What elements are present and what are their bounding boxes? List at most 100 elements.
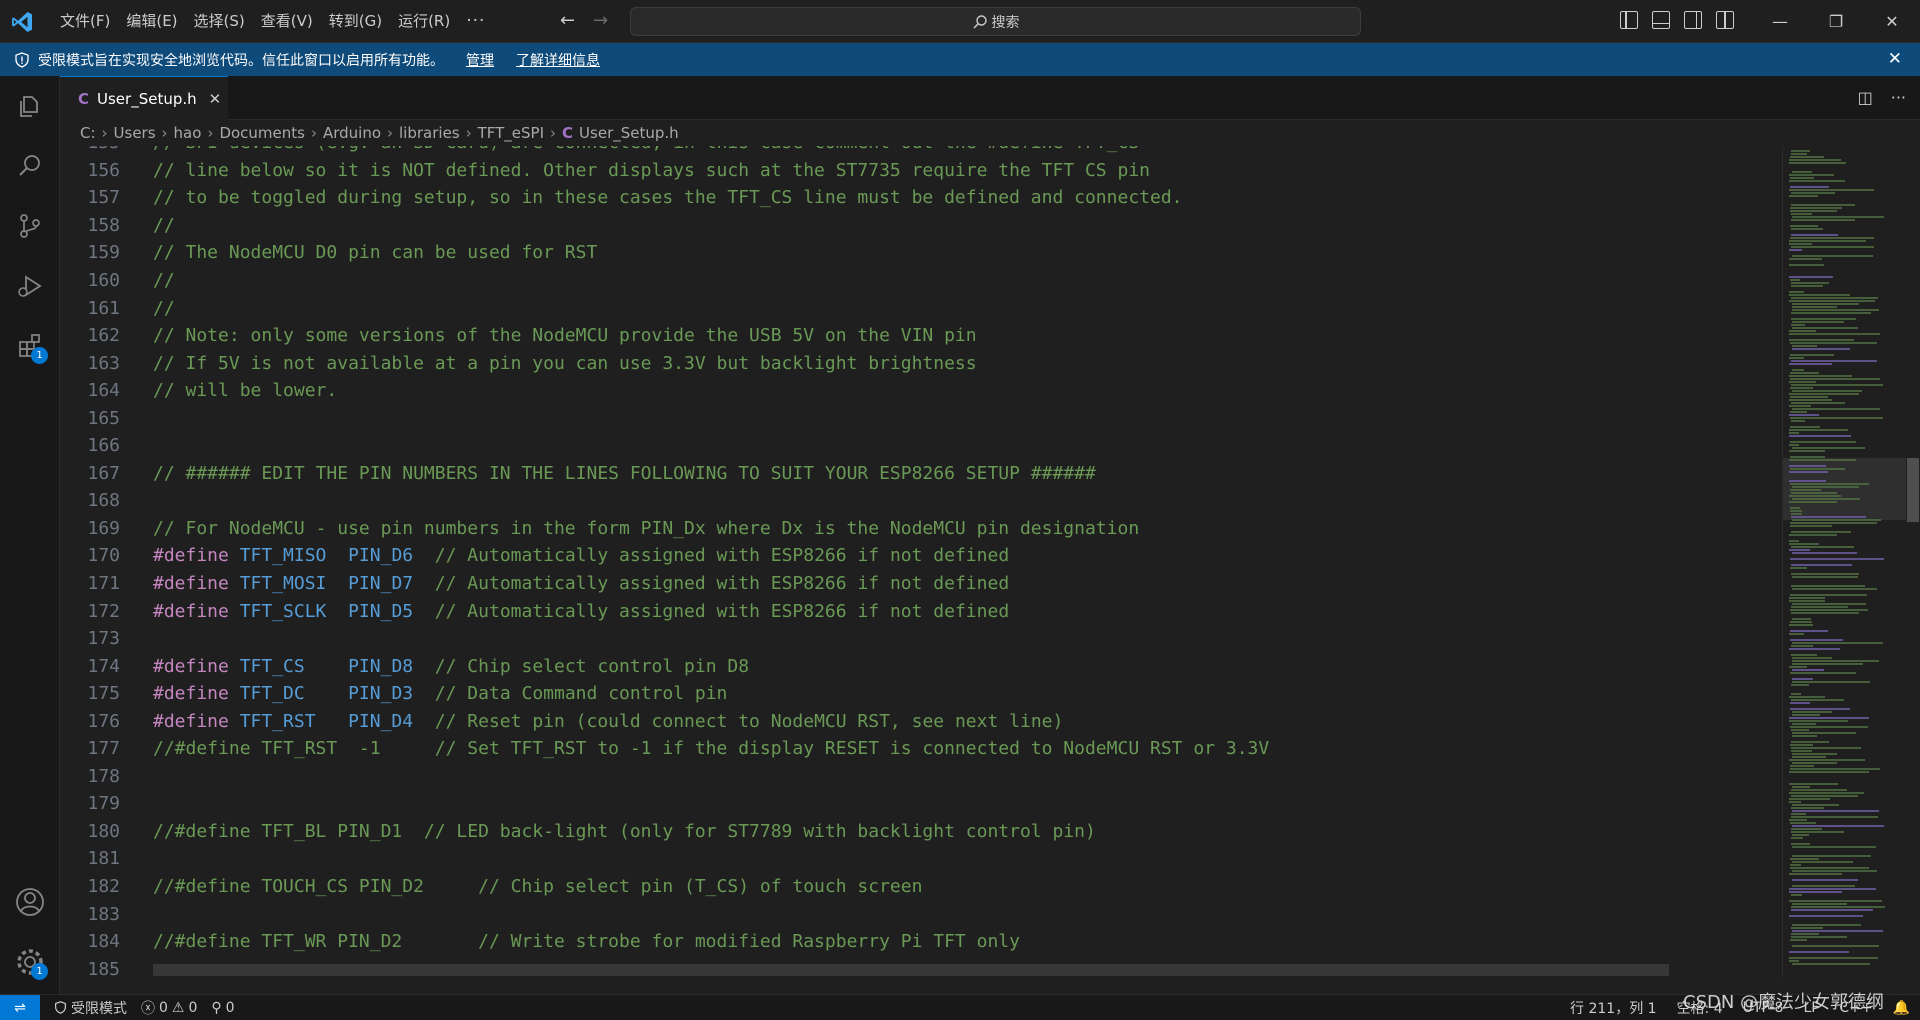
code-line[interactable]: 164 // will be lower.	[60, 377, 1782, 405]
code-token: //#define TFT_WR PIN_D2 // Write strobe …	[153, 931, 1020, 953]
problems-status[interactable]: ⓧ 0 ⚠ 0	[141, 998, 197, 1018]
menu-go[interactable]: 转到(G)	[321, 0, 390, 43]
menu-selection[interactable]: 选择(S)	[186, 0, 253, 43]
code-line[interactable]: 180 //#define TFT_BL PIN_D1 // LED back-l…	[60, 818, 1782, 846]
toggle-panel-icon[interactable]	[1652, 11, 1670, 29]
line-number: 182	[87, 876, 120, 898]
code-line[interactable]: 167 // ###### EDIT THE PIN NUMBERS IN THE…	[60, 460, 1782, 488]
forward-arrow-icon[interactable]: →	[593, 10, 608, 32]
close-window-icon[interactable]: ✕	[1864, 0, 1920, 43]
toggle-primary-sidebar-icon[interactable]	[1620, 11, 1638, 29]
code-line[interactable]: 182 //#define TOUCH_CS PIN_D2 // Chip sel…	[60, 873, 1782, 901]
menu-edit[interactable]: 编辑(E)	[118, 0, 185, 43]
breadcrumb-item[interactable]: hao	[174, 124, 202, 142]
minimap-line	[1790, 237, 1874, 239]
minimap-line	[1791, 282, 1829, 284]
minimap[interactable]	[1782, 146, 1906, 978]
close-banner-icon[interactable]: ✕	[1888, 49, 1902, 69]
split-editor-icon[interactable]: ◫	[1858, 88, 1873, 107]
line-number: 174	[87, 655, 120, 677]
notifications-bell-icon[interactable]: 🔔	[1893, 1000, 1910, 1016]
breadcrumb-item[interactable]: TFT_eSPI	[478, 124, 544, 142]
back-arrow-icon[interactable]: ←	[560, 10, 575, 32]
extensions-icon[interactable]: 1	[12, 328, 48, 364]
breadcrumb-item[interactable]: Documents	[219, 124, 305, 142]
code-line[interactable]: 165	[60, 404, 1782, 432]
minimap-line	[1792, 486, 1859, 488]
breadcrumb-item[interactable]: Arduino	[323, 124, 381, 142]
command-center-search[interactable]: 搜索	[630, 7, 1361, 36]
source-control-icon[interactable]	[12, 208, 48, 244]
line-content: // line below so it is NOT defined. Othe…	[153, 160, 1150, 181]
minimap-line	[1791, 906, 1885, 908]
code-line[interactable]: 176 #define TFT_RST PIN_D4 // Reset pin (…	[60, 707, 1782, 735]
code-line[interactable]: 162 // Note: only some versions of the No…	[60, 322, 1782, 350]
menu-run[interactable]: 运行(R)	[390, 0, 458, 43]
code-line[interactable]: 175 #define TFT_DC PIN_D3 // Data Command…	[60, 680, 1782, 708]
code-line[interactable]: 181	[60, 845, 1782, 873]
run-debug-icon[interactable]	[12, 268, 48, 304]
horizontal-scrollbar[interactable]	[153, 964, 1669, 976]
cursor-position[interactable]: 行 211，列 1	[1570, 998, 1657, 1018]
menu-more-icon[interactable]: ···	[458, 0, 493, 43]
maximize-icon[interactable]: ❐	[1808, 0, 1864, 43]
menu-file[interactable]: 文件(F)	[52, 0, 118, 43]
minimap-line	[1792, 762, 1837, 764]
minimap-line	[1790, 567, 1807, 569]
code-line[interactable]: 177 //#define TFT_RST -1 // Set TFT_RST t…	[60, 735, 1782, 763]
code-line[interactable]: 169 // For NodeMCU - use pin numbers in t…	[60, 515, 1782, 543]
accounts-icon[interactable]	[12, 884, 48, 920]
menu-view[interactable]: 查看(V)	[253, 0, 321, 43]
code-line[interactable]: 160 //	[60, 267, 1782, 295]
manage-gear-icon[interactable]: 1	[12, 944, 48, 980]
manage-link[interactable]: 管理	[466, 50, 494, 70]
remote-indicator-icon[interactable]: ⇌	[0, 994, 40, 1020]
minimize-icon[interactable]: —	[1752, 0, 1808, 43]
code-line[interactable]: 155 // SPI devices (e.g. an SD Card) are …	[60, 146, 1782, 157]
code-line[interactable]: 183	[60, 900, 1782, 928]
minimap-line	[1792, 603, 1866, 605]
code-line[interactable]: 173	[60, 625, 1782, 653]
code-line[interactable]: 158 //	[60, 212, 1782, 240]
breadcrumb-item[interactable]: C:	[80, 124, 96, 142]
search-view-icon[interactable]	[12, 148, 48, 184]
breadcrumb-file[interactable]: User_Setup.h	[579, 124, 679, 142]
code-line[interactable]: 178	[60, 763, 1782, 791]
scrollbar-thumb[interactable]	[1907, 458, 1919, 522]
code-line[interactable]: 156 // line below so it is NOT defined. O…	[60, 157, 1782, 185]
code-line[interactable]: 184 //#define TFT_WR PIN_D2 // Write stro…	[60, 928, 1782, 956]
toggle-secondary-sidebar-icon[interactable]	[1684, 11, 1702, 29]
line-content: // ###### EDIT THE PIN NUMBERS IN THE LI…	[153, 463, 1096, 484]
minimap-line	[1791, 741, 1829, 743]
close-tab-icon[interactable]: ✕	[209, 90, 222, 108]
minimap-line	[1790, 765, 1814, 767]
learn-more-link[interactable]: 了解详细信息	[516, 50, 600, 70]
explorer-icon[interactable]	[12, 88, 48, 124]
minimap-line	[1792, 321, 1844, 323]
code-line[interactable]: 170 #define TFT_MISO PIN_D6 // Automatica…	[60, 542, 1782, 570]
code-line[interactable]: 171 #define TFT_MOSI PIN_D7 // Automatica…	[60, 570, 1782, 598]
code-line[interactable]: 172 #define TFT_SCLK PIN_D5 // Automatica…	[60, 597, 1782, 625]
code-line[interactable]: 159 // The NodeMCU D0 pin can be used for…	[60, 239, 1782, 267]
ports-status[interactable]: ⚲ 0	[211, 1000, 234, 1016]
line-number: 158	[87, 214, 120, 236]
minimap-line	[1791, 747, 1861, 749]
code-line[interactable]: 166	[60, 432, 1782, 460]
breadcrumb-item[interactable]: Users	[114, 124, 156, 142]
vertical-scrollbar[interactable]	[1906, 146, 1920, 978]
code-line[interactable]: 163 // If 5V is not available at a pin yo…	[60, 349, 1782, 377]
minimap-line	[1790, 387, 1813, 389]
restricted-mode-status[interactable]: 受限模式	[54, 998, 127, 1018]
code-editor[interactable]: 155 // SPI devices (e.g. an SD Card) are …	[60, 146, 1782, 978]
code-line[interactable]: 179	[60, 790, 1782, 818]
more-actions-icon[interactable]: ···	[1891, 88, 1906, 107]
code-line[interactable]: 161 //	[60, 294, 1782, 322]
minimap-line	[1790, 858, 1819, 860]
code-line[interactable]: 174 #define TFT_CS PIN_D8 // Chip select …	[60, 652, 1782, 680]
code-line[interactable]: 157 // to be toggled during setup, so in …	[60, 184, 1782, 212]
breadcrumb-item[interactable]: libraries	[399, 124, 460, 142]
code-line[interactable]: 168	[60, 487, 1782, 515]
chevron-right-icon: ›	[465, 124, 472, 142]
customize-layout-icon[interactable]	[1716, 11, 1734, 29]
tab-user-setup[interactable]: C User_Setup.h ✕	[60, 76, 228, 120]
